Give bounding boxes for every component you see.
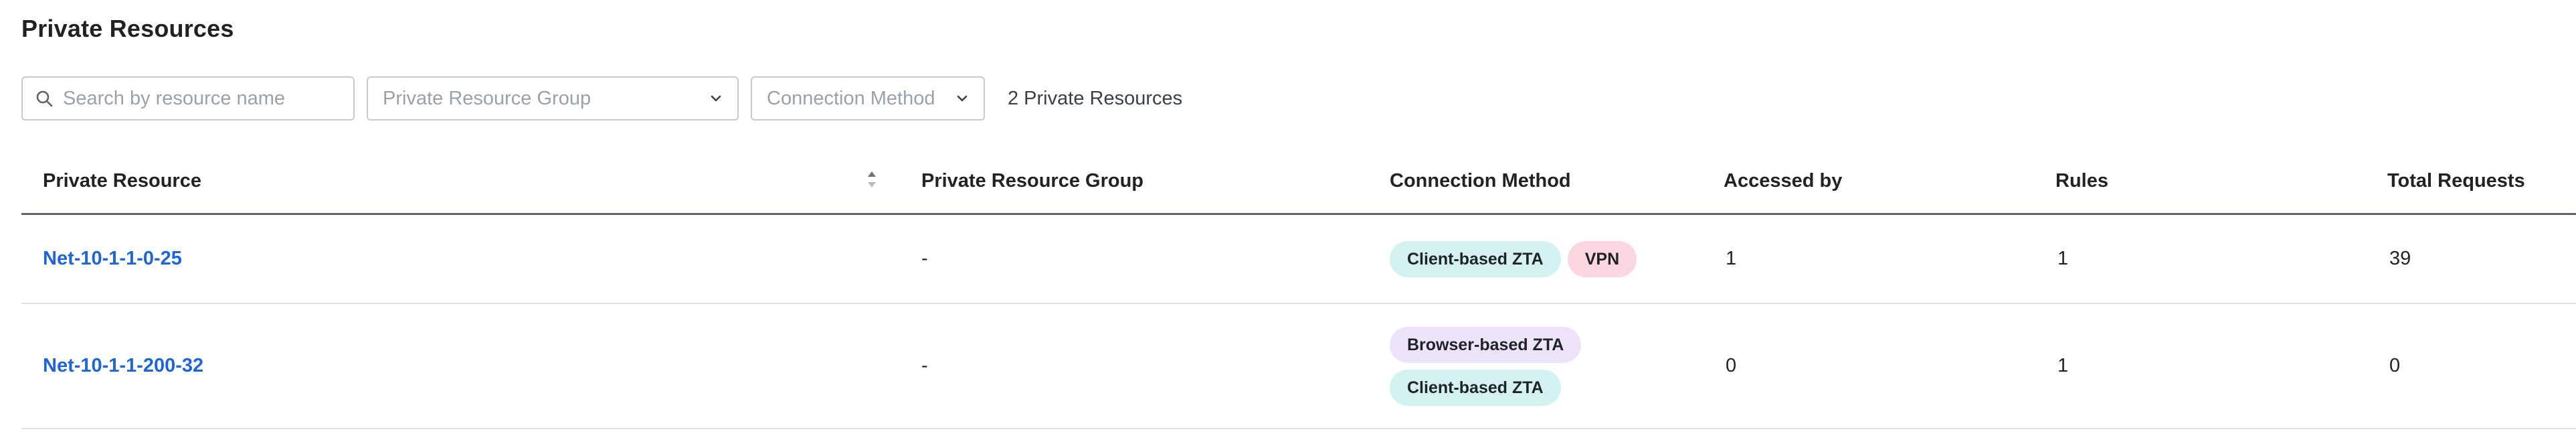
private-resources-page: Private Resources Private Resource Group… xyxy=(0,0,2576,446)
connection-method-badges: Browser-based ZTA Client-based ZTA xyxy=(1390,326,1582,406)
rules-cell: 1 xyxy=(2057,355,2069,376)
sort-icon[interactable] xyxy=(864,166,879,193)
accessed-by-cell: 1 xyxy=(1726,248,1737,269)
result-count: 2 Private Resources xyxy=(1008,87,1183,109)
connection-method-cell: Browser-based ZTA Client-based ZTA xyxy=(1390,304,1582,428)
column-header-connection-method: Connection Method xyxy=(1390,169,1571,192)
column-header-accessed-by: Accessed by xyxy=(1724,169,1843,192)
total-requests-cell: 0 xyxy=(2389,355,2401,376)
column-header-private-resource[interactable]: Private Resource xyxy=(43,149,201,213)
column-header-private-resource-group: Private Resource Group xyxy=(921,169,1143,192)
search-input[interactable] xyxy=(63,87,341,110)
total-requests-cell: 39 xyxy=(2389,248,2411,269)
table-row: Net-10-1-1-0-25 - Client-based ZTA VPN 1… xyxy=(21,215,2576,304)
filter-bar: Private Resource Group Connection Method… xyxy=(21,76,1182,121)
column-header-total-requests: Total Requests xyxy=(2387,169,2525,192)
chevron-down-icon xyxy=(954,90,970,106)
private-resource-cell: Net-10-1-1-0-25 xyxy=(43,215,182,303)
connection-method-badge: Browser-based ZTA xyxy=(1390,326,1582,363)
search-box[interactable] xyxy=(21,76,355,121)
connection-method-select[interactable]: Connection Method xyxy=(751,76,985,121)
private-resource-group-cell: - xyxy=(921,248,928,269)
search-icon xyxy=(35,89,54,108)
connection-method-badges: Client-based ZTA VPN xyxy=(1390,240,1637,277)
table-header: Private Resource Private Resource Group … xyxy=(21,149,2576,215)
private-resource-cell: Net-10-1-1-200-32 xyxy=(43,304,203,428)
accessed-by-cell: 0 xyxy=(1726,355,1737,376)
chevron-down-icon xyxy=(708,90,724,106)
connection-method-badge: Client-based ZTA xyxy=(1390,369,1561,406)
private-resource-link[interactable]: Net-10-1-1-200-32 xyxy=(43,355,203,377)
private-resource-group-cell: - xyxy=(921,355,928,376)
table-row: Net-10-1-1-200-32 - Browser-based ZTA Cl… xyxy=(21,304,2576,429)
rules-cell: 1 xyxy=(2057,248,2069,269)
column-header-rules: Rules xyxy=(2055,169,2108,192)
connection-method-badge: VPN xyxy=(1567,240,1637,277)
connection-method-badge: Client-based ZTA xyxy=(1390,240,1561,277)
resource-group-select-value: Private Resource Group xyxy=(383,87,591,109)
connection-method-cell: Client-based ZTA VPN xyxy=(1390,215,1637,303)
connection-method-select-value: Connection Method xyxy=(767,87,935,109)
resource-group-select[interactable]: Private Resource Group xyxy=(367,76,739,121)
page-title: Private Resources xyxy=(21,15,234,42)
resources-table: Private Resource Private Resource Group … xyxy=(21,149,2576,429)
private-resource-link[interactable]: Net-10-1-1-0-25 xyxy=(43,248,182,270)
